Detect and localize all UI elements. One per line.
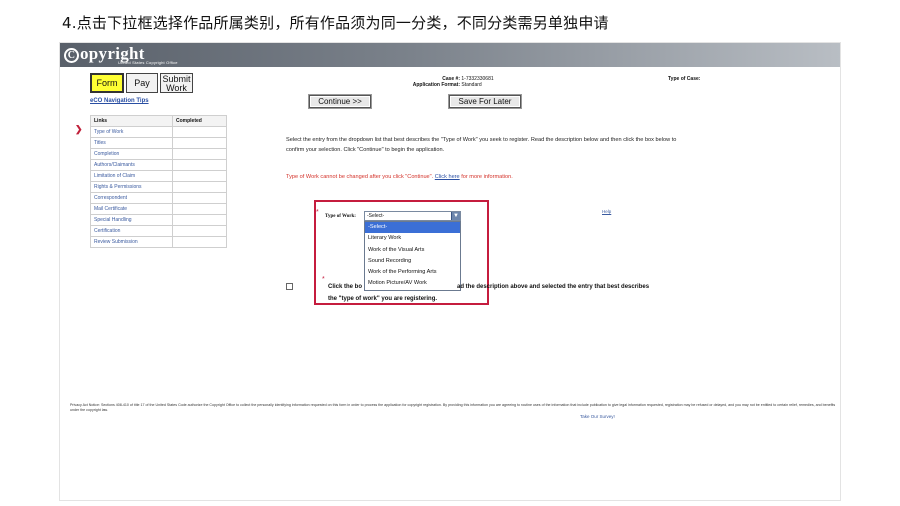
table-row: Review Submission xyxy=(90,236,227,248)
application-format-value: Standard xyxy=(461,82,482,88)
case-info: Case #: 1-7332330681 Application Format:… xyxy=(375,76,494,88)
chevron-down-icon[interactable]: ▼ xyxy=(451,212,460,220)
required-star-confirm: * xyxy=(322,276,325,283)
type-of-case-label: Type of Case: xyxy=(668,76,701,82)
table-row: Completion xyxy=(90,148,227,160)
confirm-text-part1: Click the bo xyxy=(328,284,363,290)
tab-form[interactable]: Form xyxy=(90,73,124,93)
table-row: Type of Work xyxy=(90,126,227,138)
table-row: Titles xyxy=(90,137,227,149)
privacy-act-notice: Privacy Act Notice: Sections 408-410 of … xyxy=(70,403,836,412)
copyright-banner: Copyright United States Copyright Office xyxy=(60,43,840,67)
type-of-work-warning: Type of Work cannot be changed after you… xyxy=(286,174,513,180)
select-value: -Select- xyxy=(367,213,385,219)
table-row: Authors/Claimants xyxy=(90,159,227,171)
tab-submit-work[interactable]: Submit Work xyxy=(160,73,193,93)
warning-text: Type of Work cannot be changed after you… xyxy=(286,174,434,180)
nav-link-authors-claimants[interactable]: Authors/Claimants xyxy=(90,159,173,171)
type-of-work-select[interactable]: -Select- ▼ xyxy=(364,211,461,221)
type-of-work-dropdown: -Select- Literary Work Work of the Visua… xyxy=(364,221,461,291)
table-row: Rights & Permissions xyxy=(90,181,227,193)
nav-link-rights-permissions[interactable]: Rights & Permissions xyxy=(90,181,173,193)
eco-navigation-tips-link[interactable]: eCO Navigation Tips xyxy=(90,98,149,104)
completed-cell xyxy=(172,137,227,149)
type-of-work-label: Type of Work: xyxy=(325,214,356,219)
instructions-text: Select the entry from the dropdown list … xyxy=(286,137,677,153)
completed-cell xyxy=(172,236,227,248)
nav-link-review-submission[interactable]: Review Submission xyxy=(90,236,173,248)
nav-link-titles[interactable]: Titles xyxy=(90,137,173,149)
table-row: Limitation of Claim xyxy=(90,170,227,182)
completed-cell xyxy=(172,225,227,237)
option-sound-recording[interactable]: Sound Recording xyxy=(365,256,460,267)
help-link[interactable]: Help xyxy=(602,209,611,214)
completed-cell xyxy=(172,148,227,160)
option-select[interactable]: -Select- xyxy=(365,222,460,234)
current-step-arrow-icon: ❯ xyxy=(75,124,83,134)
slide: 4.点击下拉框选择作品所属类别，所有作品须为同一分类，不同分类需另单独申请 Co… xyxy=(0,0,900,506)
continue-button[interactable]: Continue >> xyxy=(309,95,371,108)
slide-title: 4.点击下拉框选择作品所属类别，所有作品须为同一分类，不同分类需另单独申请 xyxy=(62,14,609,32)
table-row: Correspondent xyxy=(90,192,227,204)
option-performing-arts[interactable]: Work of the Performing Arts xyxy=(365,267,460,278)
completed-header: Completed xyxy=(172,115,227,127)
screenshot-frame: Copyright United States Copyright Office… xyxy=(59,42,841,501)
confirm-checkbox[interactable] xyxy=(286,283,293,290)
copyright-c-icon: C xyxy=(64,48,79,63)
option-visual-arts[interactable]: Work of the Visual Arts xyxy=(365,245,460,256)
nav-link-mail-certificate[interactable]: Mail Certificate xyxy=(90,203,173,215)
logo-subtitle: United States Copyright Office xyxy=(118,60,178,65)
table-row: Certification xyxy=(90,225,227,237)
completed-cell xyxy=(172,214,227,226)
links-header: Links xyxy=(90,115,173,127)
completed-cell xyxy=(172,203,227,215)
table-row: Special Handling xyxy=(90,214,227,226)
click-here-link[interactable]: Click here xyxy=(435,174,460,180)
warning-suffix: for more information. xyxy=(461,174,513,180)
completed-cell xyxy=(172,126,227,138)
application-format-label: Application Format: xyxy=(412,82,460,88)
nav-link-type-of-work[interactable]: Type of Work xyxy=(90,126,173,138)
completed-cell xyxy=(172,170,227,182)
completed-cell xyxy=(172,192,227,204)
nav-link-special-handling[interactable]: Special Handling xyxy=(90,214,173,226)
links-table: Links Completed Type of Work Titles Comp… xyxy=(90,115,227,248)
confirm-text-part3: the "type of work" you are registering. xyxy=(328,296,438,302)
nav-link-completion[interactable]: Completion xyxy=(90,148,173,160)
nav-link-correspondent[interactable]: Correspondent xyxy=(90,192,173,204)
save-for-later-button[interactable]: Save For Later xyxy=(449,95,521,108)
take-survey-link[interactable]: Take Our Survey! xyxy=(580,414,615,419)
option-motion-picture[interactable]: Motion Picture/AV Work xyxy=(365,278,460,289)
completed-cell xyxy=(172,181,227,193)
tab-pay[interactable]: Pay xyxy=(126,73,158,93)
nav-link-limitation-of-claim[interactable]: Limitation of Claim xyxy=(90,170,173,182)
required-star: * xyxy=(316,209,319,216)
option-literary-work[interactable]: Literary Work xyxy=(365,233,460,244)
completed-cell xyxy=(172,159,227,171)
confirm-text-part2: ad the description above and selected th… xyxy=(457,284,650,290)
table-row: Mail Certificate xyxy=(90,203,227,215)
nav-link-certification[interactable]: Certification xyxy=(90,225,173,237)
